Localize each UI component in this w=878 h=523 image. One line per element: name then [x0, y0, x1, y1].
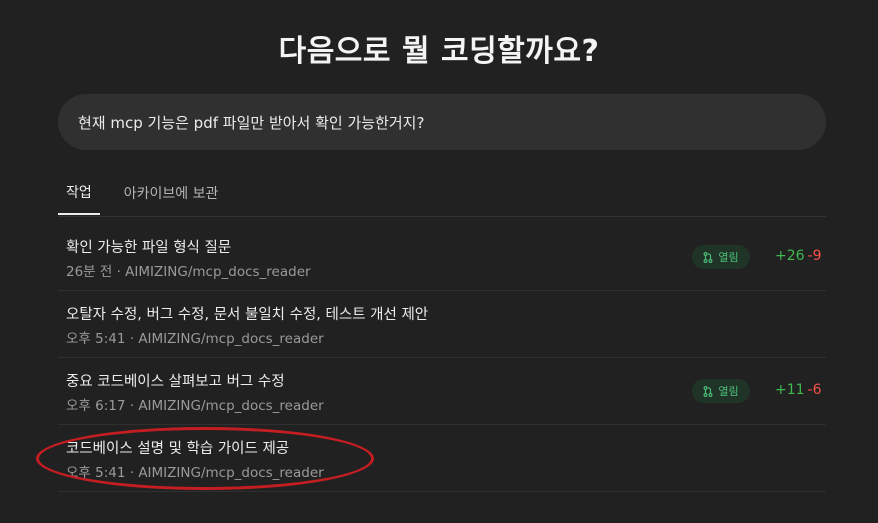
- task-row[interactable]: 코드베이스 설명 및 학습 가이드 제공 오후 5:41 · AIMIZING/…: [58, 425, 826, 492]
- status-badge: 열림: [692, 379, 750, 403]
- tab-archive[interactable]: 아카이브에 보관: [114, 170, 229, 215]
- deletions-count: -9: [807, 248, 822, 264]
- prompt-text: 현재 mcp 기능은 pdf 파일만 받아서 확인 가능한거지?: [78, 113, 425, 132]
- tab-tasks[interactable]: 작업: [58, 170, 100, 215]
- task-list: 확인 가능한 파일 형식 질문 26분 전 · AIMIZING/mcp_doc…: [58, 224, 826, 492]
- additions-count: +26: [775, 248, 805, 264]
- pull-request-icon: [703, 385, 713, 397]
- task-title: 코드베이스 설명 및 학습 가이드 제공: [66, 441, 290, 457]
- task-row[interactable]: 확인 가능한 파일 형식 질문 26분 전 · AIMIZING/mcp_doc…: [58, 224, 826, 291]
- diff-stats: +11 -6: [775, 382, 822, 398]
- task-title: 중요 코드베이스 살펴보고 버그 수정: [66, 374, 285, 390]
- diff-stats: +26 -9: [775, 248, 822, 264]
- task-meta: 오후 6:17 · AIMIZING/mcp_docs_reader: [66, 398, 324, 414]
- tab-bar: 작업 아카이브에 보관: [58, 170, 826, 217]
- task-row[interactable]: 오탈자 수정, 버그 수정, 문서 불일치 수정, 테스트 개선 제안 오후 5…: [58, 291, 826, 358]
- page: 다음으로 뭘 코딩할까요? 현재 mcp 기능은 pdf 파일만 받아서 확인 …: [0, 0, 878, 523]
- status-badge-label: 열림: [718, 385, 739, 398]
- task-meta: 26분 전 · AIMIZING/mcp_docs_reader: [66, 264, 311, 280]
- task-meta: 오후 5:41 · AIMIZING/mcp_docs_reader: [66, 331, 324, 347]
- task-title: 오탈자 수정, 버그 수정, 문서 불일치 수정, 테스트 개선 제안: [66, 307, 429, 323]
- status-badge: 열림: [692, 245, 750, 269]
- task-meta: 오후 5:41 · AIMIZING/mcp_docs_reader: [66, 465, 324, 481]
- page-title: 다음으로 뭘 코딩할까요?: [278, 34, 600, 69]
- status-badge-label: 열림: [718, 251, 739, 264]
- task-row[interactable]: 중요 코드베이스 살펴보고 버그 수정 오후 6:17 · AIMIZING/m…: [58, 358, 826, 425]
- prompt-input[interactable]: 현재 mcp 기능은 pdf 파일만 받아서 확인 가능한거지?: [58, 94, 826, 150]
- additions-count: +11: [775, 382, 805, 398]
- pull-request-icon: [703, 251, 713, 263]
- task-title: 확인 가능한 파일 형식 질문: [66, 240, 232, 256]
- deletions-count: -6: [807, 382, 822, 398]
